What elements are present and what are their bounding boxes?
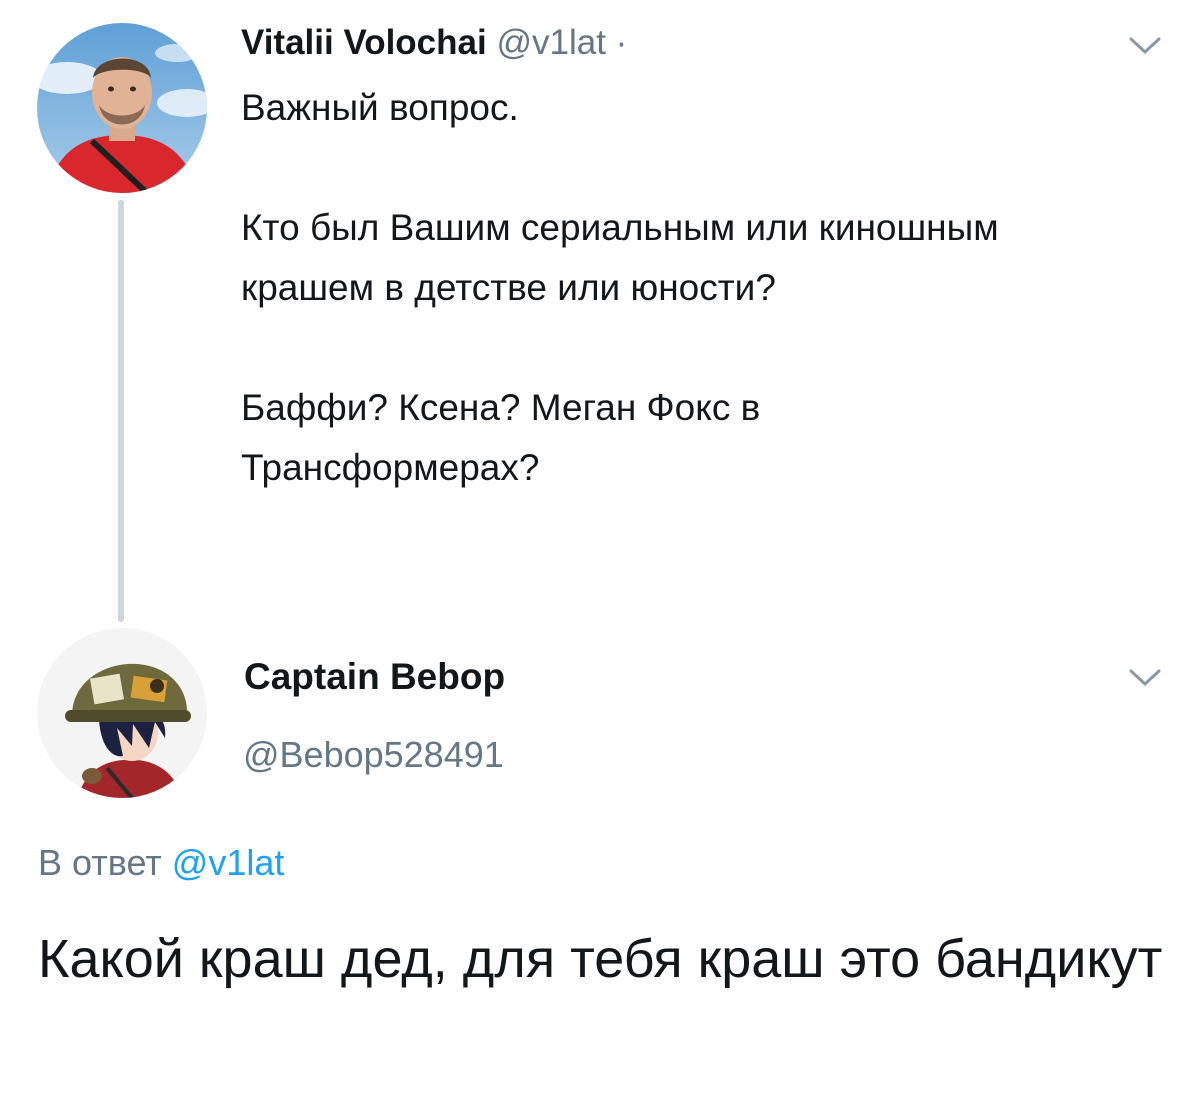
thread-line: [118, 200, 124, 622]
tweet-paragraph: Баффи? Ксена? Меган Фокс в Трансформерах…: [241, 387, 761, 488]
reply-to-mention[interactable]: @v1lat: [172, 842, 285, 883]
reply-context: В ответ @v1lat: [38, 838, 284, 888]
chevron-down-icon[interactable]: [1125, 662, 1165, 692]
avatar-vitalii[interactable]: [37, 23, 207, 193]
author-name[interactable]: Vitalii Volochai: [241, 23, 487, 62]
avatar-captain-bebop[interactable]: [37, 628, 207, 798]
reply-text: Какой краш дед, для тебя краш это бандик…: [38, 929, 1163, 989]
tweet-header: Vitalii Volochai @v1lat ·: [241, 18, 627, 68]
reply-author-handle[interactable]: @Bebop528491: [243, 730, 504, 780]
tweet-paragraph: Кто был Вашим сериальным или киношным кр…: [241, 207, 999, 308]
reply-to-prefix: В ответ: [38, 842, 162, 883]
reply-author-name[interactable]: Captain Bebop: [244, 652, 505, 702]
author-handle[interactable]: @v1lat: [496, 23, 605, 62]
header-separator: ·: [615, 23, 628, 62]
chevron-down-icon[interactable]: [1125, 30, 1165, 60]
tweet-text: Важный вопрос. Кто был Вашим сериальным …: [241, 78, 1041, 498]
tweet-paragraph: Важный вопрос.: [241, 87, 519, 128]
